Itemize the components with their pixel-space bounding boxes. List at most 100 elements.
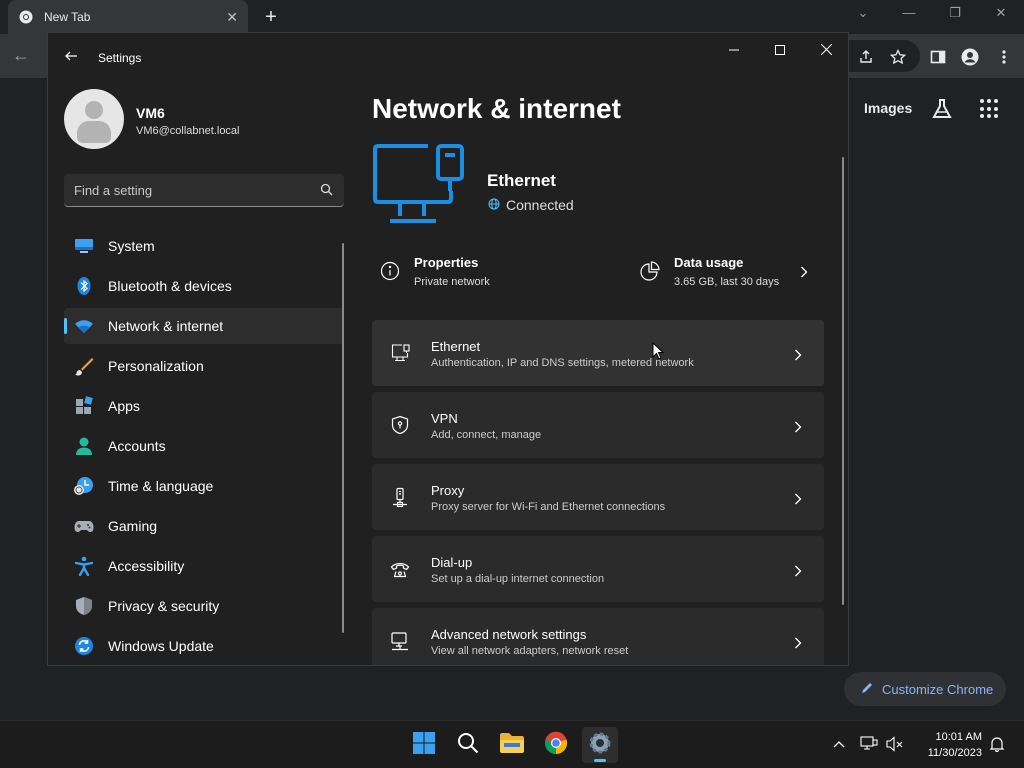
accessibility-icon — [74, 556, 94, 577]
labs-flask-icon[interactable] — [930, 97, 954, 121]
user-email: VM6@collabnet.local — [136, 125, 240, 137]
nav-item-personalization[interactable]: Personalization — [64, 348, 344, 384]
back-arrow-icon[interactable] — [64, 49, 80, 65]
settings-app-title: Settings — [98, 51, 142, 65]
page-title: Network & internet — [372, 93, 621, 124]
nav-item-label: Network & internet — [108, 318, 224, 334]
chevron-right-icon — [794, 420, 804, 433]
chevron-right-icon[interactable] — [800, 265, 812, 278]
card-title: Dial-up — [431, 555, 473, 570]
nav-item-label: Bluetooth & devices — [108, 278, 232, 294]
nav-item-bluetooth[interactable]: Bluetooth & devices — [64, 268, 344, 304]
properties-link[interactable]: Properties Private network — [380, 255, 580, 299]
folder-icon — [499, 732, 525, 759]
card-ethernet[interactable]: Ethernet Authentication, IP and DNS sett… — [372, 320, 824, 386]
search-input[interactable] — [74, 182, 320, 198]
nav-item-apps[interactable]: Apps — [64, 388, 344, 424]
pencil-icon — [860, 681, 874, 698]
nav-item-time-language[interactable]: Time & language — [64, 468, 344, 504]
search-icon — [457, 732, 479, 759]
chrome-menu-icon[interactable] — [994, 47, 1014, 67]
card-advanced-network[interactable]: Advanced network settings View all netwo… — [372, 608, 824, 665]
info-icon — [380, 261, 402, 283]
settings-titlebar: Settings — [48, 33, 848, 83]
minimize-button[interactable] — [722, 41, 746, 61]
bluetooth-icon — [74, 276, 94, 296]
chrome-icon — [544, 731, 568, 760]
chrome-tab-title: New Tab — [44, 10, 91, 24]
settings-window: Settings VM6 VM6@collabnet.local System — [47, 32, 849, 666]
chrome-restore-button[interactable]: ❐ — [940, 5, 970, 21]
nav-item-accounts[interactable]: Accounts — [64, 428, 344, 464]
card-dial-up[interactable]: Dial-up Set up a dial-up internet connec… — [372, 536, 824, 602]
data-usage-link[interactable]: Data usage 3.65 GB, last 30 days — [640, 255, 810, 299]
images-link[interactable]: Images — [864, 100, 912, 116]
file-explorer-button[interactable] — [494, 727, 530, 763]
taskbar: 10:01 AM 11/30/2023 — [0, 720, 1024, 768]
close-button[interactable] — [814, 41, 838, 61]
chrome-minimize-button[interactable]: — — [894, 5, 924, 20]
chrome-tab-search-icon[interactable]: ⌄ — [848, 5, 878, 21]
apps-icon — [74, 396, 94, 416]
card-subtitle: Add, connect, manage — [431, 429, 542, 441]
chevron-right-icon — [794, 492, 804, 505]
nav-item-label: Privacy & security — [108, 598, 220, 614]
chrome-close-button[interactable]: ✕ — [986, 5, 1016, 21]
nav-item-label: Gaming — [108, 518, 158, 534]
active-indicator — [594, 759, 606, 762]
chrome-tab-strip: New Tab ✕ + ⌄ — ❐ ✕ — [0, 0, 1024, 34]
chrome-tab-close-icon[interactable]: ✕ — [226, 9, 238, 26]
nav-item-gaming[interactable]: Gaming — [64, 508, 344, 544]
nav-item-system[interactable]: System — [64, 228, 344, 264]
nav-item-label: Personalization — [108, 358, 204, 374]
windows-logo-icon — [412, 731, 436, 760]
system-icon — [74, 236, 94, 256]
card-subtitle: Set up a dial-up internet connection — [431, 573, 605, 585]
card-vpn[interactable]: VPN Add, connect, manage — [372, 392, 824, 458]
volume-muted-icon[interactable] — [884, 733, 906, 755]
nav-item-accessibility[interactable]: Accessibility — [64, 548, 344, 584]
start-button[interactable] — [406, 727, 442, 763]
settings-taskbar-button[interactable] — [582, 727, 618, 763]
nav-item-privacy[interactable]: Privacy & security — [64, 588, 344, 624]
brush-icon — [74, 356, 94, 376]
proxy-icon — [390, 487, 410, 508]
advanced-network-icon — [390, 631, 410, 651]
nav-scrollbar[interactable] — [342, 243, 344, 633]
side-panel-icon[interactable] — [928, 47, 948, 67]
card-title: VPN — [431, 411, 458, 426]
main-scrollbar[interactable] — [842, 157, 844, 605]
network-status-icon[interactable] — [858, 733, 880, 755]
chevron-right-icon — [794, 636, 804, 649]
maximize-button[interactable] — [768, 41, 792, 61]
card-proxy[interactable]: Proxy Proxy server for Wi-Fi and Etherne… — [372, 464, 824, 530]
find-setting-search[interactable] — [64, 174, 344, 207]
shield-icon — [74, 596, 94, 616]
ethernet-monitor-icon — [372, 143, 468, 239]
clock-date: 11/30/2023 — [927, 747, 982, 759]
user-profile[interactable]: VM6 VM6@collabnet.local — [64, 89, 344, 153]
chrome-back-icon[interactable]: ← — [12, 45, 30, 66]
data-usage-title: Data usage — [674, 255, 744, 270]
card-title: Ethernet — [431, 339, 481, 354]
chrome-new-tab-button[interactable]: + — [260, 6, 282, 28]
profile-icon[interactable] — [960, 47, 980, 67]
nav-item-label: Time & language — [108, 478, 214, 494]
show-hidden-icons-chevron-icon[interactable] — [828, 733, 850, 755]
clock-time: 10:01 AM — [935, 731, 982, 743]
chrome-taskbar-button[interactable] — [538, 727, 574, 763]
nav-item-windows-update[interactable]: Windows Update — [64, 628, 344, 664]
notification-bell-icon[interactable] — [986, 733, 1008, 755]
avatar — [64, 89, 124, 149]
nav-item-network[interactable]: Network & internet — [64, 308, 344, 344]
customize-chrome-button[interactable]: Customize Chrome — [844, 672, 1006, 706]
share-icon[interactable] — [856, 47, 876, 67]
bookmark-star-icon[interactable] — [888, 47, 908, 67]
search-icon[interactable] — [320, 183, 334, 197]
google-apps-icon[interactable] — [980, 99, 1000, 119]
nav-item-label: Accessibility — [108, 558, 185, 574]
chrome-tab-new-tab[interactable]: New Tab ✕ — [8, 0, 248, 34]
taskbar-search-button[interactable] — [450, 727, 486, 763]
gamepad-icon — [74, 516, 94, 536]
system-clock[interactable]: 10:01 AM 11/30/2023 — [908, 729, 982, 761]
